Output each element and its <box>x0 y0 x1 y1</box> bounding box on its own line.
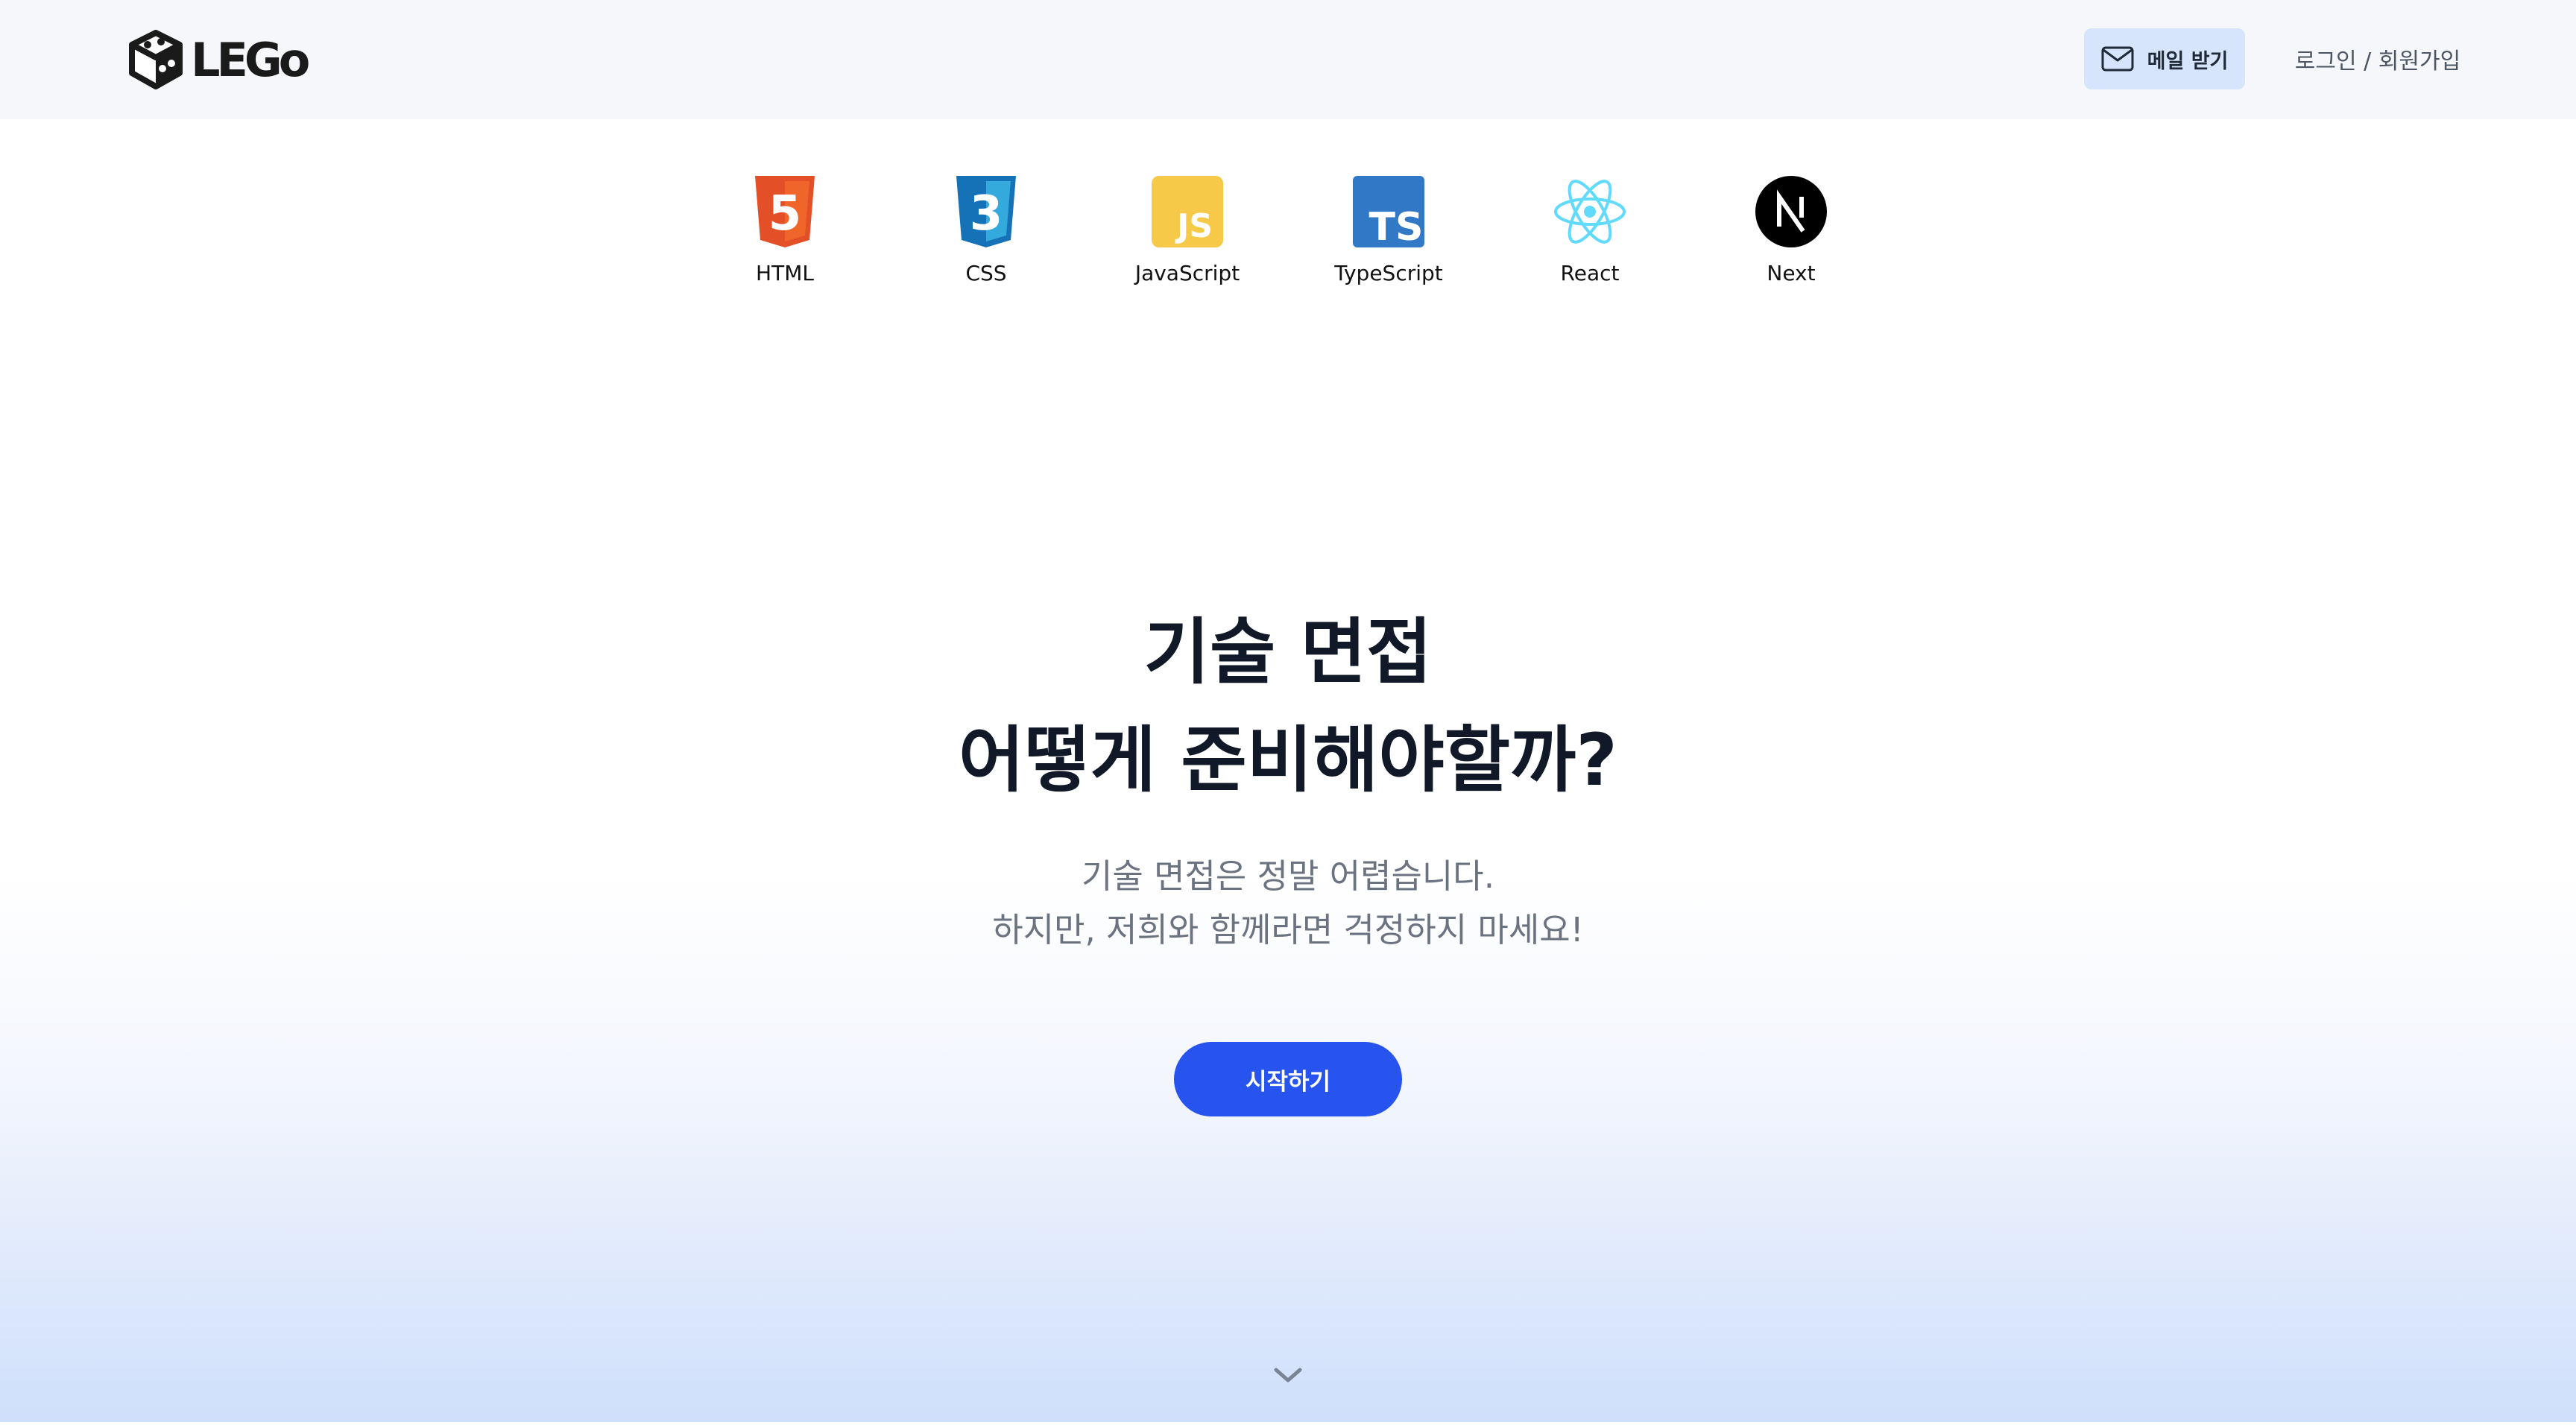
mail-subscribe-label: 메일 받기 <box>2147 49 2229 73</box>
tech-label: Next <box>1767 261 1816 285</box>
tech-label: JavaScript <box>1134 261 1240 285</box>
javascript-icon: JS <box>1150 174 1225 249</box>
tech-label: React <box>1560 261 1620 285</box>
react-icon <box>1553 174 1627 249</box>
css3-icon: 3 <box>949 174 1023 249</box>
lego-cube-icon <box>129 30 183 89</box>
tech-stack-row: 5 HTML 3 CSS JS JavaScript TS TypeScript… <box>0 174 2576 294</box>
tech-item-css[interactable]: 3 CSS <box>897 174 1076 294</box>
svg-text:JS: JS <box>1175 207 1213 245</box>
html5-icon: 5 <box>748 174 822 249</box>
tech-item-javascript[interactable]: JS JavaScript <box>1098 174 1277 294</box>
hero-title-line2: 어떻게 준비해야할까? <box>959 718 1617 802</box>
envelope-icon <box>2101 46 2134 72</box>
logo-text: LEGo <box>191 32 310 87</box>
chevron-down-icon[interactable] <box>1267 1361 1309 1391</box>
tech-item-typescript[interactable]: TS TypeScript <box>1299 174 1478 294</box>
hero-subtitle-line2: 하지만, 저희와 함께라면 걱정하지 마세요! <box>992 910 1584 950</box>
tech-item-html[interactable]: 5 HTML <box>695 174 874 294</box>
top-header: LEGo 메일 받기 로그인 / 회원가입 <box>0 0 2576 119</box>
hero-subtitle-line1: 기술 면접은 정말 어렵습니다. <box>1081 856 1495 896</box>
typescript-icon: TS <box>1351 174 1426 249</box>
svg-text:TS: TS <box>1369 205 1424 247</box>
tech-item-react[interactable]: React <box>1500 174 1679 294</box>
login-signup-link[interactable]: 로그인 / 회원가입 <box>2266 28 2490 89</box>
nextjs-icon <box>1754 174 1828 249</box>
svg-text:3: 3 <box>970 186 1003 241</box>
hero-title-line1: 기술 면접 <box>1143 610 1433 694</box>
logo[interactable]: LEGo <box>128 30 310 89</box>
tech-label: HTML <box>756 261 814 285</box>
start-button[interactable]: 시작하기 <box>1174 1042 1402 1116</box>
tech-item-next[interactable]: Next <box>1702 174 1881 294</box>
page-bottom-edge <box>0 1422 2576 1428</box>
mail-subscribe-button[interactable]: 메일 받기 <box>2084 28 2245 89</box>
svg-text:5: 5 <box>768 186 802 241</box>
tech-label: TypeScript <box>1334 261 1443 285</box>
tech-label: CSS <box>965 261 1007 285</box>
